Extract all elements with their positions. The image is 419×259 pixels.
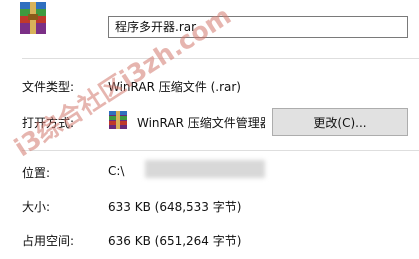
- location-label: 位置:: [22, 166, 51, 180]
- size-on-disk-label: 占用空间:: [22, 234, 75, 248]
- divider: [22, 150, 419, 151]
- change-button[interactable]: 更改(C)...: [272, 108, 408, 136]
- file-name-input[interactable]: 程序多开器.rar: [108, 16, 408, 38]
- redacted-path: [145, 160, 265, 178]
- file-type-label: 文件类型:: [22, 80, 75, 94]
- change-button-label: 更改(C)...: [313, 115, 367, 130]
- winrar-archive-icon: [18, 0, 48, 36]
- size-label: 大小:: [22, 200, 51, 214]
- winrar-app-icon: [108, 110, 128, 130]
- location-value: C:\: [108, 164, 125, 178]
- divider: [22, 58, 419, 59]
- size-on-disk-value: 636 KB (651,264 字节): [108, 234, 242, 248]
- size-value: 633 KB (648,533 字节): [108, 200, 242, 214]
- open-with-app: WinRAR 压缩文件管理器: [137, 116, 265, 130]
